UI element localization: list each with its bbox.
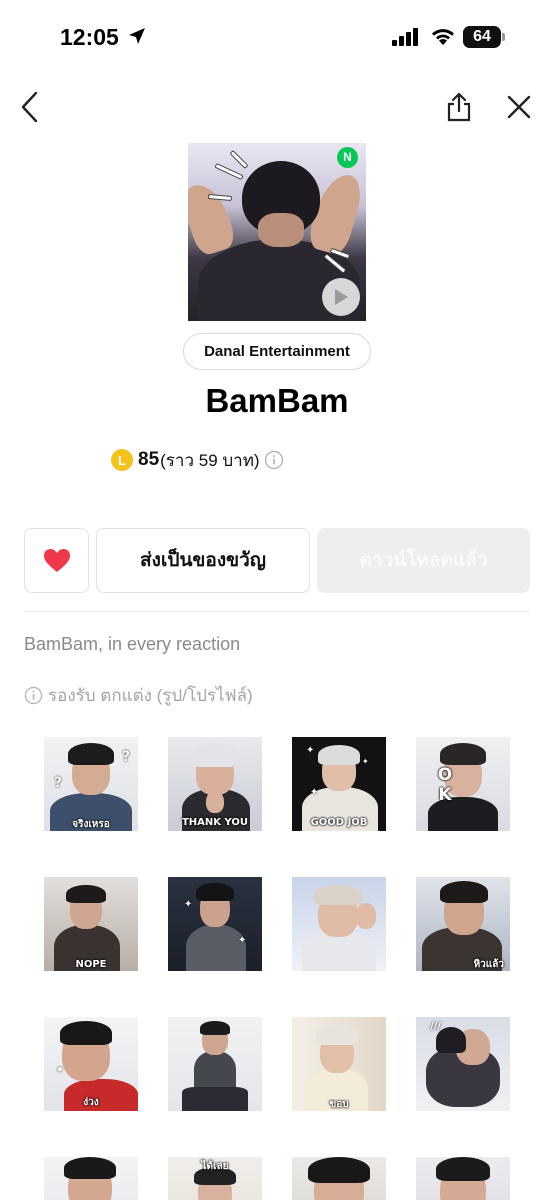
price-row: L 85 (ราว 59 บาท) [111, 447, 284, 473]
sticker-caption: หิวแล้ว [473, 959, 504, 970]
new-badge: N [337, 147, 358, 168]
sticker-caption: NOPE [75, 959, 107, 970]
sticker-item[interactable]: • ง่วง [44, 1017, 138, 1111]
wifi-icon [432, 29, 454, 45]
send-as-gift-button[interactable]: ส่งเป็นของขวัญ [96, 528, 310, 593]
downloaded-button[interactable]: ดาวน์โหลดแล้ว [317, 528, 530, 593]
sticker-caption: THANK YOU [181, 817, 249, 828]
sticker-caption: จริงเหรอ [72, 819, 110, 830]
info-icon [24, 686, 43, 705]
sticker-item[interactable]: THANK YOU [168, 737, 262, 831]
info-icon[interactable] [264, 450, 284, 470]
sticker-caption: GOOD JOB [310, 817, 368, 828]
chevron-left-icon [21, 91, 38, 123]
sticker-item[interactable] [292, 1157, 386, 1200]
support-text: รองรับ ตกแต่ง (รูป/โปรไฟล์) [48, 686, 253, 705]
battery-level: 64 [473, 28, 491, 45]
line-coin-icon: L [111, 449, 133, 471]
location-arrow-icon [129, 28, 145, 44]
support-info: รองรับ ตกแต่ง (รูป/โปรไฟล์) [24, 682, 253, 709]
heart-icon [43, 549, 70, 572]
battery-icon: 64 [463, 26, 501, 48]
back-button[interactable] [14, 88, 46, 126]
sticker-caption: ขอบ [329, 1099, 349, 1110]
close-button[interactable] [502, 90, 536, 124]
status-bar: 12:05 64 [0, 0, 554, 76]
sticker-item[interactable]: O K [416, 737, 510, 831]
sticker-item[interactable]: ? ? จริงเหรอ [44, 737, 138, 831]
sticker-item[interactable]: ✦ ✦ ✦ GOOD JOB [292, 737, 386, 831]
sticker-item[interactable]: NOPE [44, 877, 138, 971]
price-value: 85 [138, 449, 160, 470]
sticker-item[interactable]: ได้เลย [168, 1157, 262, 1200]
battery-tip [502, 33, 505, 41]
pack-description: BamBam, in every reaction [24, 634, 241, 654]
cellular-signal-icon [392, 28, 418, 46]
close-icon [507, 95, 531, 119]
sticker-caption: ง่วง [83, 1097, 99, 1108]
sticker-item[interactable] [416, 1157, 510, 1200]
share-button[interactable] [442, 88, 476, 126]
divider [24, 611, 530, 612]
sticker-item[interactable] [44, 1157, 138, 1200]
sticker-title: BamBam [205, 382, 349, 419]
sticker-item[interactable] [292, 877, 386, 971]
author-chip[interactable]: Danal Entertainment [183, 333, 371, 370]
sticker-item[interactable]: ✦ ✦ [168, 877, 262, 971]
sticker-item[interactable] [168, 1017, 262, 1111]
sticker-caption: O K [437, 765, 489, 805]
play-icon [335, 289, 348, 305]
share-icon [447, 92, 471, 122]
sticker-caption: ได้เลย [201, 1161, 229, 1172]
favorite-button[interactable] [24, 528, 89, 593]
sticker-item[interactable]: /// [416, 1017, 510, 1111]
sticker-item[interactable]: หิวแล้ว [416, 877, 510, 971]
status-time: 12:05 [60, 24, 119, 50]
play-preview-button[interactable] [322, 278, 360, 316]
sticker-item[interactable]: ขอบ [292, 1017, 386, 1111]
price-baht: (ราว 59 บาท) [160, 450, 260, 470]
